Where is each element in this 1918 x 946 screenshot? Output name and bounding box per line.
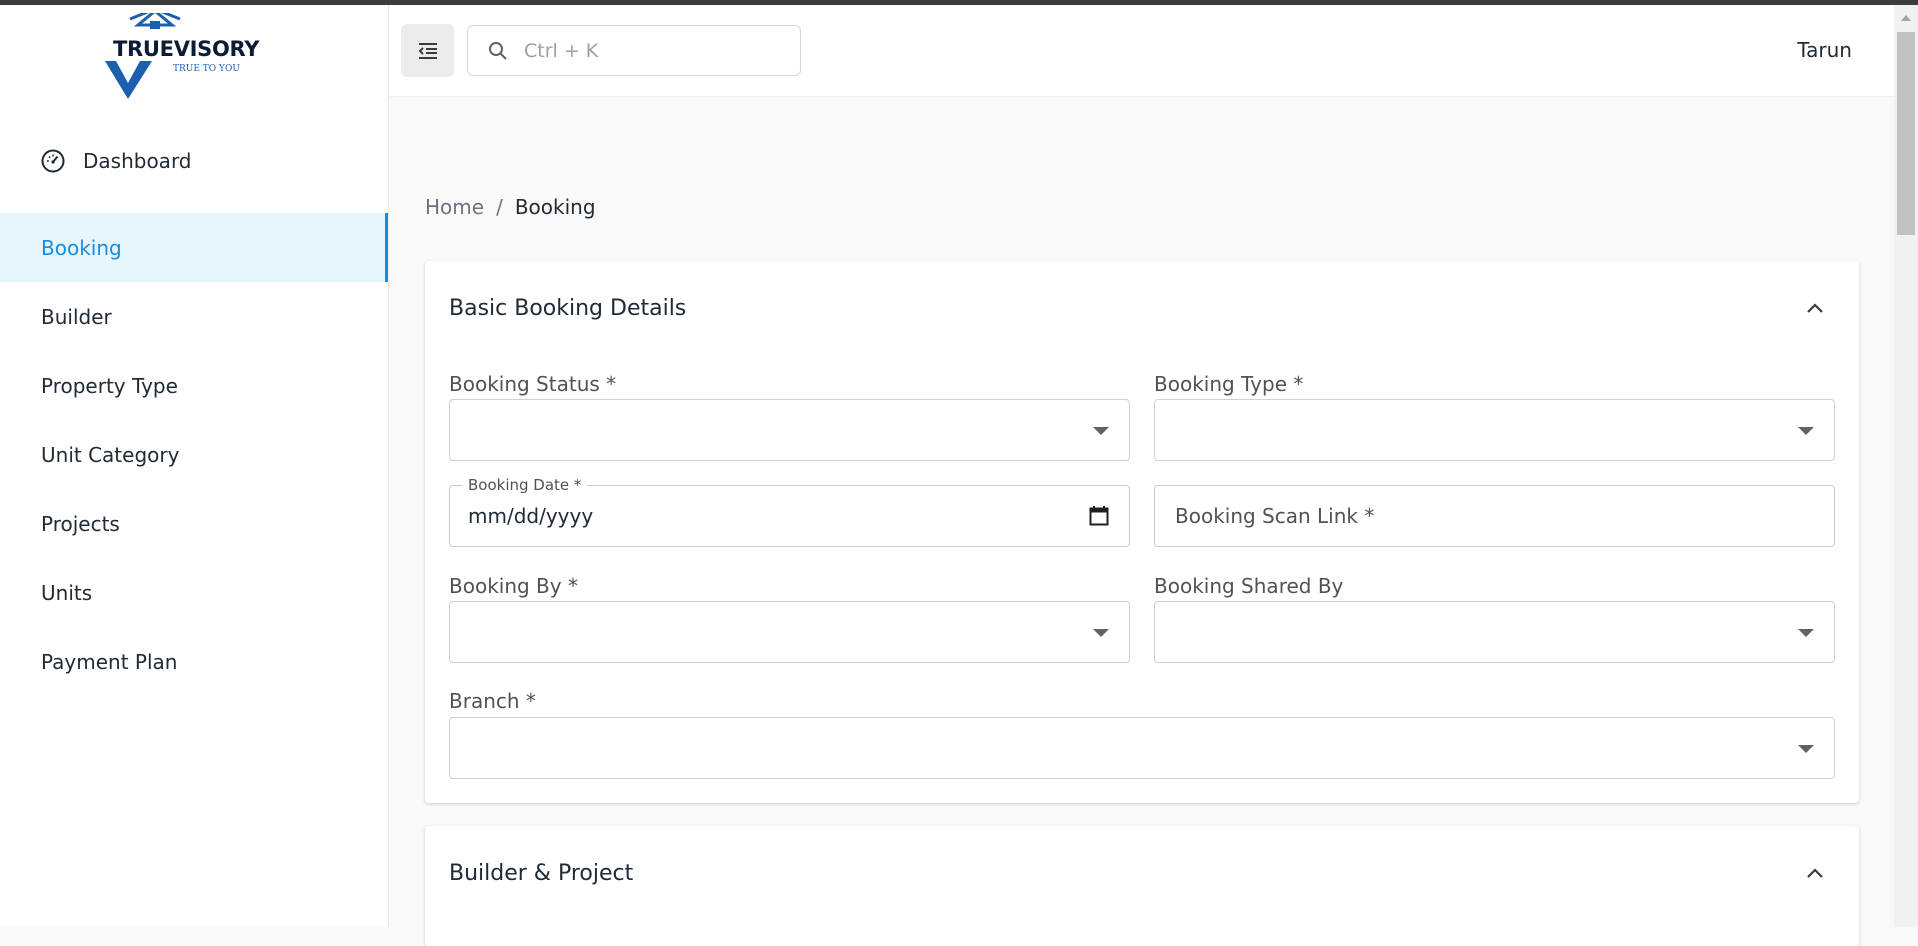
booking-scan-link-input[interactable]: Booking Scan Link * — [1154, 485, 1835, 547]
booking-by-label: Booking By * — [449, 574, 578, 598]
dropdown-caret-icon — [1093, 427, 1109, 435]
logo-wordmark: TRUEVISORY — [113, 37, 260, 61]
breadcrumb-home[interactable]: Home — [425, 195, 484, 219]
booking-date-value[interactable]: mm/dd/yyyy — [468, 504, 593, 528]
sidebar-item-label: Units — [41, 580, 93, 605]
booking-type-label: Booking Type * — [1154, 372, 1304, 396]
dropdown-caret-icon — [1798, 427, 1814, 435]
sidebar-item-dashboard[interactable]: Dashboard — [0, 126, 388, 195]
breadcrumb-separator: / — [496, 195, 503, 219]
sidebar-item-label: Booking — [41, 235, 122, 260]
booking-date-field[interactable]: Booking Date * mm/dd/yyyy — [449, 476, 1130, 547]
booking-date-label: Booking Date * — [462, 476, 588, 494]
breadcrumb-current: Booking — [514, 195, 596, 219]
booking-shared-by-select[interactable] — [1154, 601, 1835, 663]
menu-toggle-button[interactable] — [401, 24, 454, 77]
booking-scan-link-placeholder: Booking Scan Link * — [1175, 504, 1375, 528]
user-name[interactable]: Tarun — [1797, 38, 1852, 62]
booking-type-select[interactable] — [1154, 399, 1835, 461]
section-title: Builder & Project — [449, 861, 634, 886]
sidebar-item-booking[interactable]: Booking — [0, 213, 388, 282]
dropdown-caret-icon — [1798, 745, 1814, 753]
booking-status-select[interactable] — [449, 399, 1130, 461]
branch-select[interactable] — [449, 717, 1835, 779]
sidebar-item-payment-plan[interactable]: Payment Plan — [0, 627, 388, 696]
top-header: Tarun — [389, 5, 1894, 97]
search-icon — [488, 41, 508, 61]
sidebar-item-label: Projects — [41, 511, 120, 536]
page-scrollbar[interactable] — [1894, 5, 1918, 927]
sidebar-item-property-type[interactable]: Property Type — [0, 351, 388, 420]
section-title: Basic Booking Details — [449, 296, 687, 321]
chevron-up-icon[interactable] — [1803, 862, 1827, 886]
breadcrumb: Home / Booking — [425, 195, 596, 219]
sidebar-item-label: Payment Plan — [41, 649, 178, 674]
sidebar-item-unit-category[interactable]: Unit Category — [0, 420, 388, 489]
menu-collapse-icon — [416, 39, 440, 63]
sidebar-item-label: Builder — [41, 304, 112, 329]
dropdown-caret-icon — [1798, 629, 1814, 637]
sidebar-item-builder[interactable]: Builder — [0, 282, 388, 351]
sidebar-item-units[interactable]: Units — [0, 558, 388, 627]
dropdown-caret-icon — [1093, 629, 1109, 637]
search-box[interactable] — [467, 25, 801, 76]
sidebar-item-projects[interactable]: Projects — [0, 489, 388, 558]
sidebar-item-label: Unit Category — [41, 442, 180, 467]
booking-shared-by-label: Booking Shared By — [1154, 574, 1344, 598]
branch-label: Branch * — [449, 689, 536, 713]
booking-status-label: Booking Status * — [449, 372, 617, 396]
search-input[interactable] — [522, 38, 776, 63]
logo-tagline: TRUE TO YOU — [173, 64, 240, 74]
scroll-up-arrow-icon[interactable] — [1901, 15, 1911, 21]
speedometer-icon — [40, 148, 66, 174]
calendar-icon[interactable] — [1089, 505, 1109, 527]
scrollbar-thumb[interactable] — [1897, 32, 1915, 235]
sidebar: TRUEVISORY TRUE TO YOU Dashboard Booking… — [0, 5, 389, 927]
chevron-up-icon[interactable] — [1803, 297, 1827, 321]
sidebar-item-label: Dashboard — [83, 148, 192, 173]
booking-by-select[interactable] — [449, 601, 1130, 663]
builder-project-card: Builder & Project — [425, 826, 1859, 946]
sidebar-item-label: Property Type — [41, 373, 178, 398]
basic-booking-details-card: Basic Booking Details Booking Status * B… — [425, 261, 1859, 803]
